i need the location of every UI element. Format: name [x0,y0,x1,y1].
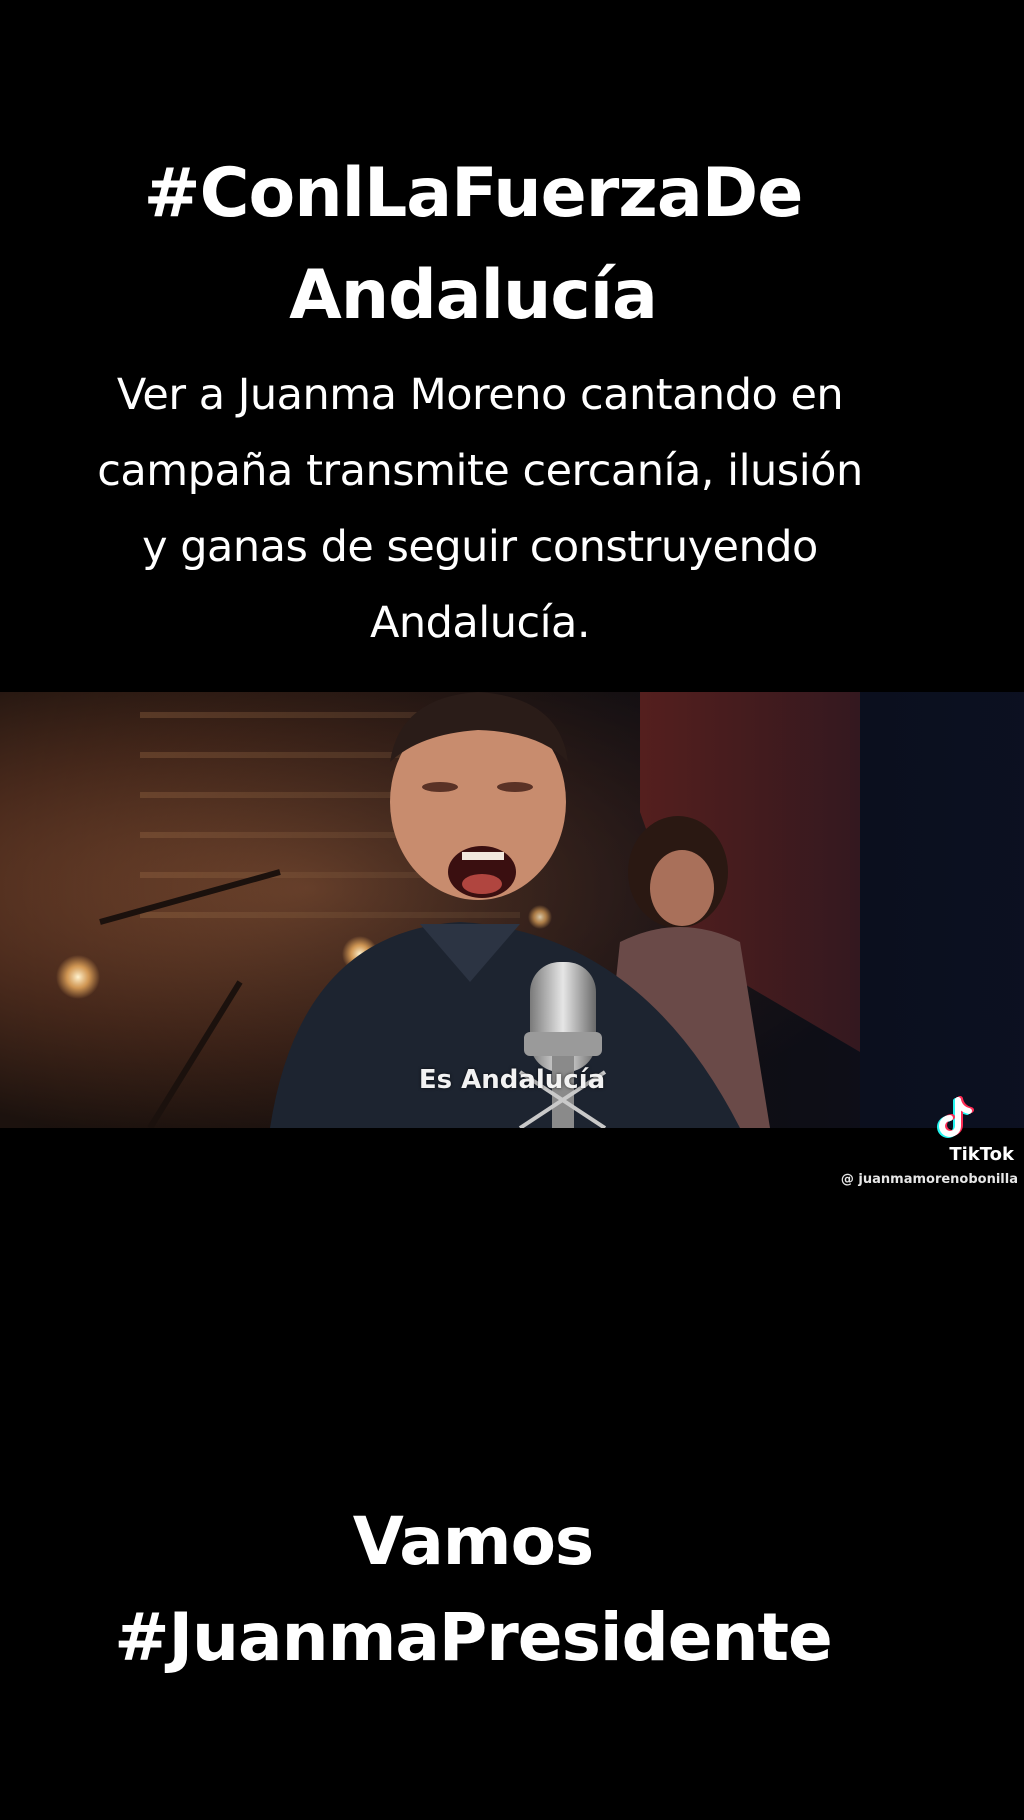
tiktok-icon [926,1096,986,1146]
footer-line-1: Vamos [352,1503,594,1580]
caption-line-4: Andalucía. [369,598,591,648]
video-frame: #ConlLaFuerzaDe Andalucía Ver a Juanma M… [0,0,1024,1820]
tiktok-brand-label: TikTok [949,1144,1014,1165]
creator-handle: @ juanmamorenobonilla [840,1172,1018,1187]
caption-text: Ver a Juanma Moreno cantando en campaña … [40,357,920,661]
headline-line-1: #ConlLaFuerzaDe [143,154,804,233]
footer-slogan: Vamos #JuanmaPresidente [0,1494,946,1686]
caption-line-2: campaña transmite cercanía, ilusión [97,446,863,496]
caption-line-3: y ganas de seguir construyendo [142,522,818,572]
caption-line-1: Ver a Juanma Moreno cantando en [116,370,844,420]
hashtag-headline: #ConlLaFuerzaDe Andalucía [0,143,946,347]
video-subtitle: Es Andalucía [418,1065,606,1095]
footer-line-2: #JuanmaPresidente [114,1599,833,1676]
headline-line-2: Andalucía [289,256,658,335]
